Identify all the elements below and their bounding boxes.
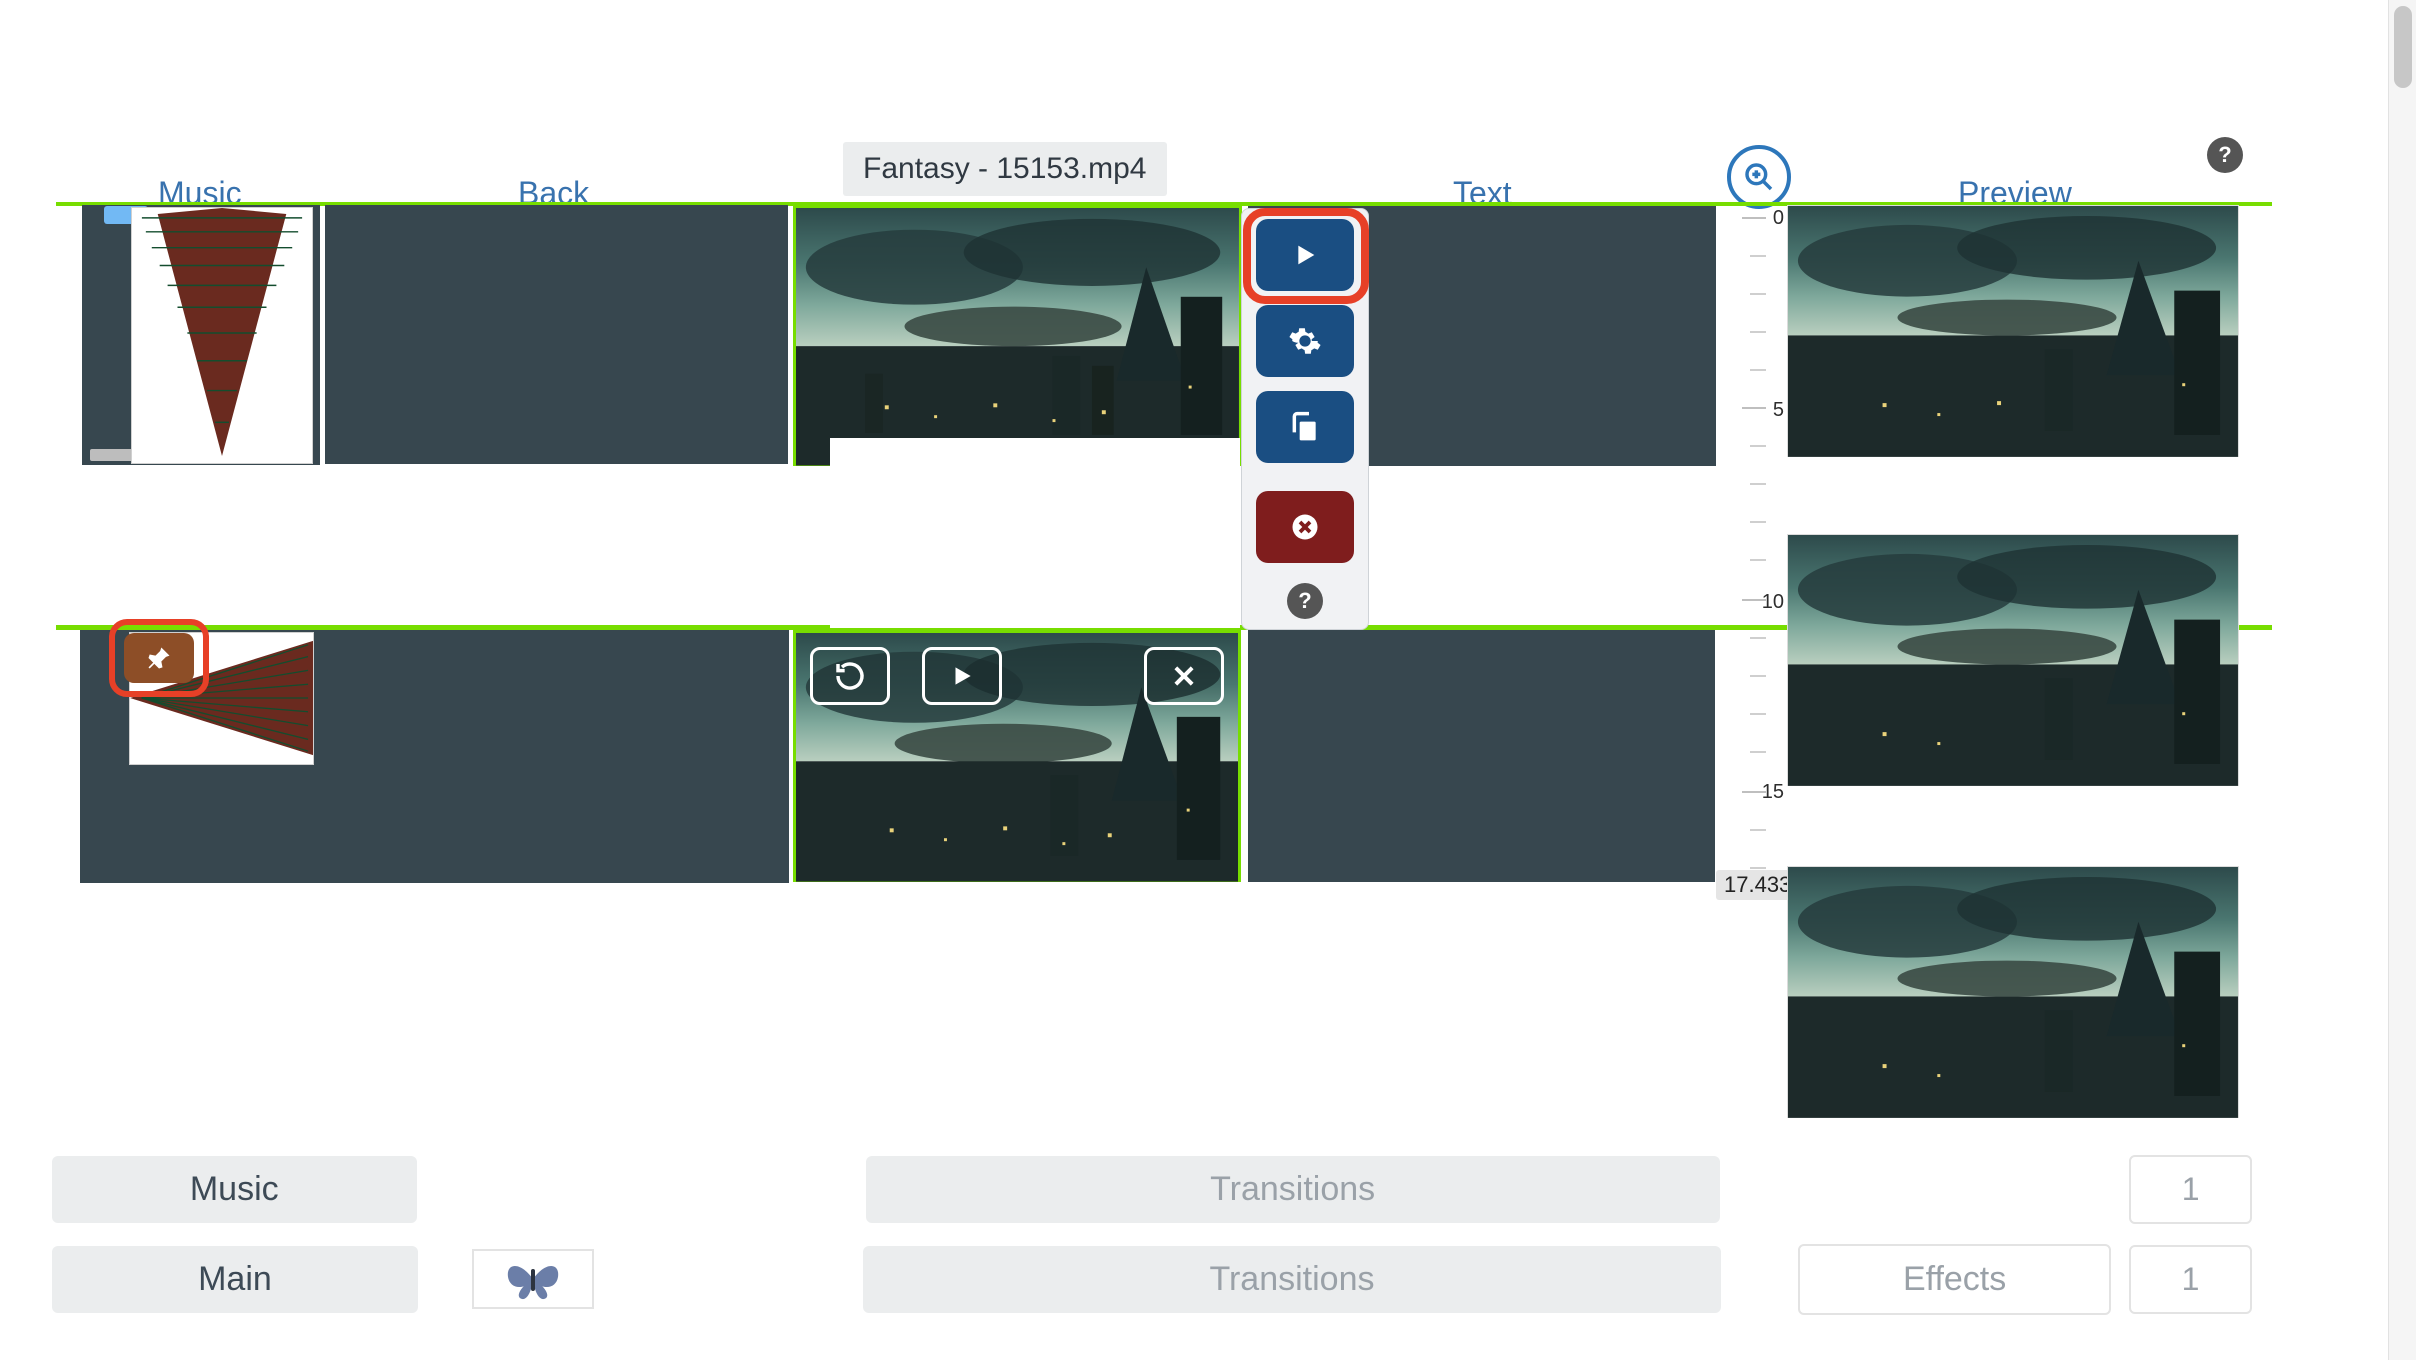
play-icon [1289, 239, 1321, 271]
clip-bar [90, 449, 134, 461]
gear-icon [1288, 324, 1322, 358]
butterfly-thumbnail[interactable] [472, 1249, 594, 1309]
popup-duplicate-button[interactable] [1256, 391, 1354, 463]
reset-icon [834, 660, 866, 692]
play-icon [949, 663, 975, 689]
popup-delete-button[interactable] [1256, 491, 1354, 563]
waveform-icon [132, 208, 312, 463]
lane-text-2[interactable] [1248, 630, 1715, 882]
clip-gap [830, 438, 1240, 628]
close-icon [1170, 662, 1198, 690]
zoom-in-icon [1743, 161, 1775, 193]
effects-button[interactable]: Effects [1798, 1244, 2111, 1315]
pin-icon [145, 644, 173, 672]
preview-thumb[interactable] [1787, 866, 2239, 1118]
audio-waveform-card[interactable] [131, 207, 313, 464]
video-clip-1[interactable] [793, 205, 1242, 466]
ruler-label: 5 [1773, 399, 1784, 422]
popup-settings-button[interactable] [1256, 305, 1354, 377]
video-thumbnail [1788, 535, 2238, 786]
track-label-main[interactable]: Main [52, 1246, 418, 1313]
popup-help-button[interactable]: ? [1287, 583, 1323, 619]
duplicate-icon [1289, 411, 1321, 443]
popup-play-button[interactable] [1256, 219, 1354, 291]
play-button[interactable] [922, 647, 1002, 705]
zoom-in-button[interactable] [1727, 145, 1791, 209]
ruler-label: 10 [1762, 591, 1784, 614]
reset-button[interactable] [810, 647, 890, 705]
video-thumbnail [1788, 867, 2238, 1118]
clip-action-popup: ? [1241, 208, 1369, 630]
close-button[interactable] [1144, 647, 1224, 705]
clip-filename: Fantasy - 15153.mp4 [843, 142, 1167, 196]
lane-back-1[interactable] [325, 205, 788, 464]
transitions-button[interactable]: Transitions [866, 1156, 1720, 1223]
transitions-button[interactable]: Transitions [863, 1246, 1721, 1313]
time-ruler: 0 5 10 15 [1716, 205, 1788, 883]
butterfly-icon [502, 1255, 564, 1303]
track-count[interactable]: 1 [2129, 1245, 2252, 1314]
window-scrollbar[interactable] [2388, 0, 2416, 1360]
delete-icon [1290, 512, 1320, 542]
video-thumbnail [1788, 206, 2238, 457]
preview-thumb[interactable] [1787, 534, 2239, 786]
pin-button[interactable] [124, 633, 194, 683]
scroll-thumb[interactable] [2394, 6, 2412, 88]
track-count[interactable]: 1 [2129, 1155, 2252, 1224]
help-button[interactable]: ? [2207, 137, 2243, 173]
track-label-music[interactable]: Music [52, 1156, 417, 1223]
video-thumbnail [796, 208, 1239, 466]
preview-thumb[interactable] [1787, 205, 2239, 457]
ruler-label: 0 [1773, 207, 1784, 230]
